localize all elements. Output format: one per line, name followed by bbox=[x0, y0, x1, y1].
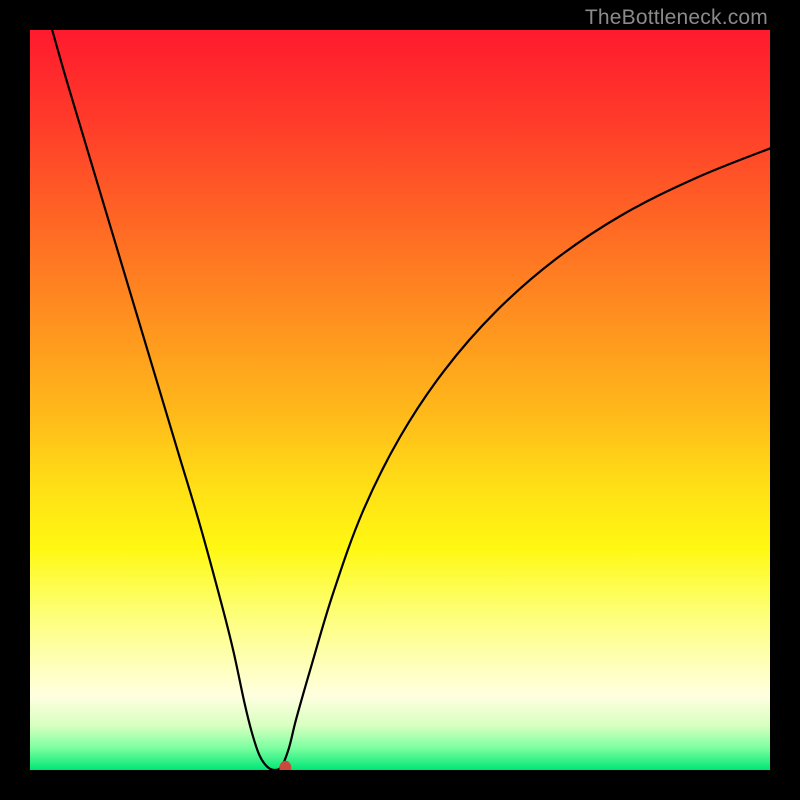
chart-frame: TheBottleneck.com bbox=[0, 0, 800, 800]
watermark-text: TheBottleneck.com bbox=[585, 6, 768, 30]
plot-area bbox=[30, 30, 770, 770]
curve-svg bbox=[30, 30, 770, 770]
minimum-marker bbox=[279, 761, 291, 770]
bottleneck-curve bbox=[52, 30, 770, 770]
